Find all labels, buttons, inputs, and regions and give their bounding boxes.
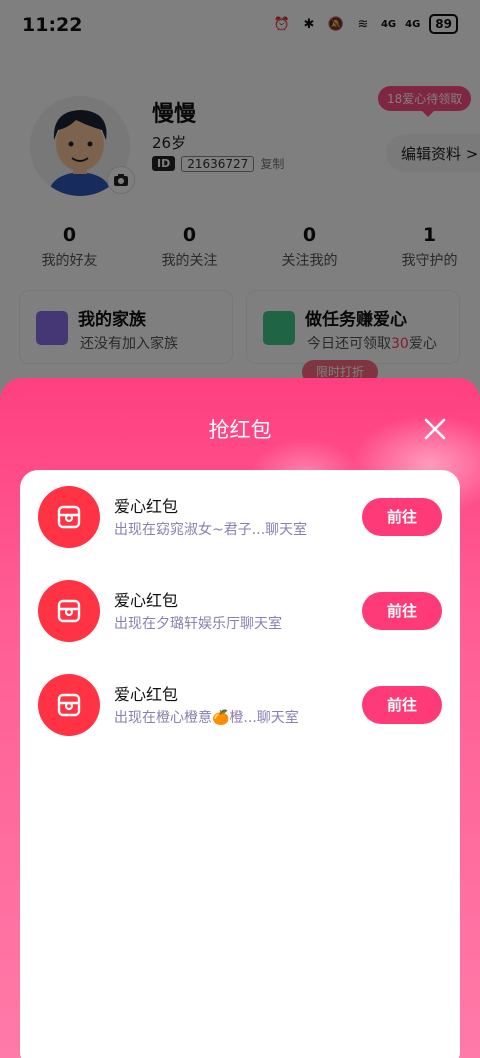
go-button[interactable]: 前往: [362, 592, 442, 630]
red-packet-sheet: 抢红包 爱心红包 出现在窈窕淑女~君子...聊天室 前往 爱心红包 出现在夕璐轩…: [0, 378, 480, 1058]
go-button[interactable]: 前往: [362, 686, 442, 724]
red-packet-icon: [38, 580, 100, 642]
item-subtitle: 出现在窈窕淑女~君子...聊天室: [114, 522, 308, 538]
red-packet-icon: [38, 674, 100, 736]
red-packet-list: 爱心红包 出现在窈窕淑女~君子...聊天室 前往 爱心红包 出现在夕璐轩娱乐厅聊…: [20, 470, 460, 1058]
list-item: 爱心红包 出现在橙心橙意🍊橙...聊天室 前往: [20, 674, 460, 736]
red-packet-icon: [38, 486, 100, 548]
item-subtitle: 出现在橙心橙意🍊橙...聊天室: [114, 710, 299, 726]
item-title: 爱心红包: [114, 591, 179, 610]
list-item: 爱心红包 出现在夕璐轩娱乐厅聊天室 前往: [20, 580, 460, 642]
item-subtitle: 出现在夕璐轩娱乐厅聊天室: [114, 616, 282, 632]
go-button[interactable]: 前往: [362, 498, 442, 536]
item-title: 爱心红包: [114, 685, 179, 704]
item-title: 爱心红包: [114, 497, 179, 516]
close-icon[interactable]: [422, 416, 448, 442]
sheet-title: 抢红包: [208, 418, 272, 442]
list-item: 爱心红包 出现在窈窕淑女~君子...聊天室 前往: [20, 486, 460, 548]
